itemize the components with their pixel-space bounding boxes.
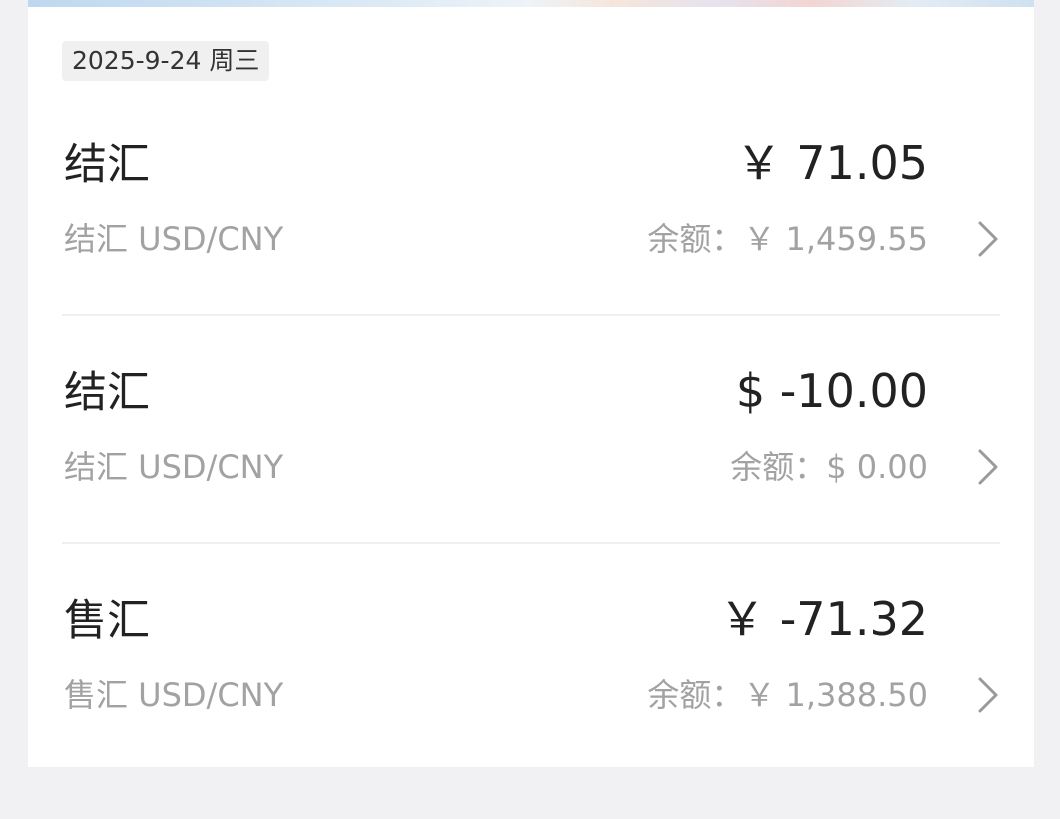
transaction-description: 结汇 USD/CNY	[64, 220, 284, 258]
transaction-type: 结汇	[64, 140, 150, 190]
transaction-type: 结汇	[64, 368, 150, 418]
chevron-right-icon[interactable]	[972, 449, 1004, 485]
transaction-balance: 余额：￥ 1,388.50	[647, 676, 928, 714]
transaction-description: 结汇 USD/CNY	[64, 448, 284, 486]
transaction-amount: ￥ -71.32	[719, 592, 928, 646]
chevron-right-icon[interactable]	[972, 221, 1004, 257]
divider	[62, 314, 1000, 316]
divider	[62, 542, 1000, 544]
transaction-list-card: 2025-9-24 周三 结汇 ￥ 71.05 结汇 USD/CNY 余额：￥ …	[28, 7, 1034, 767]
transaction-balance: 余额：￥ 1,459.55	[647, 220, 928, 258]
transaction-amount: ￥ 71.05	[735, 136, 928, 190]
transaction-type: 售汇	[64, 596, 150, 646]
date-tag: 2025-9-24 周三	[62, 41, 270, 81]
transaction-description: 售汇 USD/CNY	[64, 676, 284, 714]
transaction-record[interactable]: 售汇 ￥ -71.32 售汇 USD/CNY 余额：￥ 1,388.50	[28, 591, 1034, 819]
chevron-right-icon[interactable]	[972, 677, 1004, 713]
top-banner	[28, 0, 1034, 7]
transaction-record[interactable]: 结汇 $ -10.00 结汇 USD/CNY 余额：$ 0.00	[28, 363, 1034, 591]
transaction-record[interactable]: 结汇 ￥ 71.05 结汇 USD/CNY 余额：￥ 1,459.55	[28, 135, 1034, 363]
transaction-balance: 余额：$ 0.00	[730, 448, 928, 486]
transaction-amount: $ -10.00	[735, 364, 928, 418]
